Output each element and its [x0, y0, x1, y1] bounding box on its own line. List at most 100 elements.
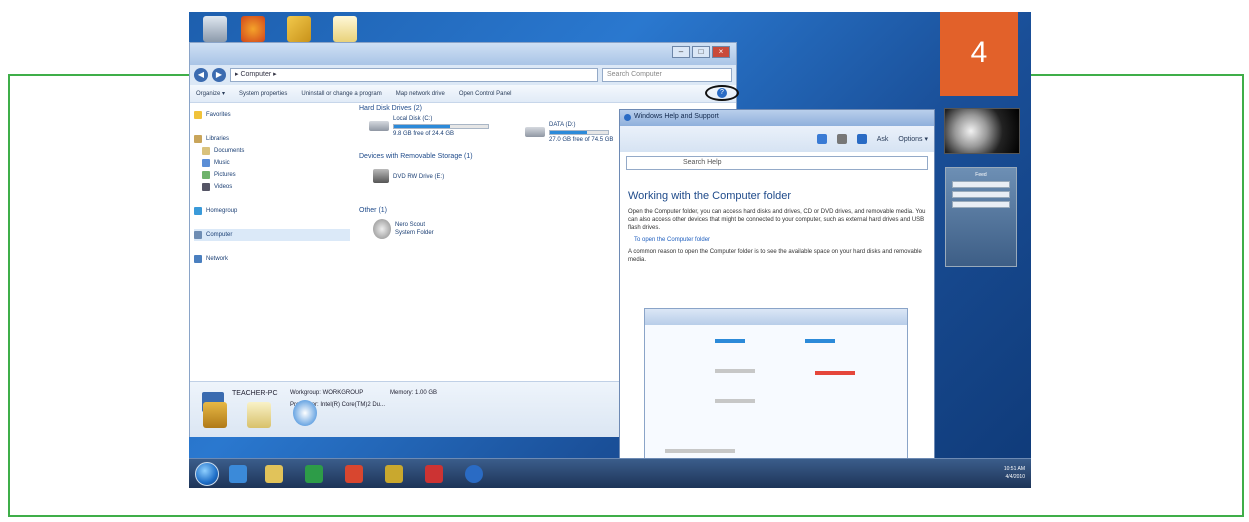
help-search-input[interactable]: Search Help: [626, 156, 928, 170]
star-icon: [194, 111, 202, 119]
minimize-button[interactable]: –: [672, 46, 690, 58]
documents-icon: [202, 147, 210, 155]
dvd-drive[interactable]: DVD RW Drive (E:): [373, 167, 444, 183]
dvd-drive-icon: [373, 169, 389, 183]
explorer-icon[interactable]: [265, 465, 283, 483]
document-icon[interactable]: [325, 16, 365, 42]
address-bar[interactable]: ▸ Computer ▸: [230, 68, 598, 82]
clock-date: 4/4/2010: [1005, 474, 1025, 480]
organize-button[interactable]: Organize ▾: [196, 90, 225, 97]
explorer-navbar: ◀ ▶ ▸ Computer ▸ Search Computer: [190, 65, 736, 85]
group-header-removable: Devices with Removable Storage (1): [359, 153, 473, 160]
forward-arrow-icon[interactable]: ▶: [212, 68, 226, 82]
help-heading: Working with the Computer folder: [628, 190, 792, 202]
frame-right: [1242, 74, 1244, 517]
network-icon[interactable]: [279, 16, 319, 42]
desktop-app-icon[interactable]: [195, 402, 235, 428]
navigation-pane: Favorites Libraries Documents Music Pict…: [190, 103, 350, 373]
close-button[interactable]: ×: [712, 46, 730, 58]
sidebar-item-pictures[interactable]: Pictures: [194, 169, 350, 181]
home-icon[interactable]: [816, 134, 827, 144]
sidebar-item-label: Pictures: [214, 172, 236, 178]
frame-top-left: [8, 74, 190, 76]
sidebar-item-label: Videos: [214, 184, 233, 190]
videos-icon: [202, 183, 210, 191]
help-paragraph-1: Open the Computer folder, you can access…: [628, 209, 926, 231]
nero-scout-item[interactable]: Nero Scout System Folder: [373, 219, 434, 239]
calendar-day: 4: [970, 36, 988, 69]
ask-button[interactable]: Ask: [877, 136, 889, 143]
drive-c[interactable]: Local Disk (C:) 9.8 GB free of 24.4 GB: [369, 115, 489, 138]
help-icon[interactable]: [465, 465, 483, 483]
network-icon: [194, 255, 202, 263]
sidebar-item-favorites[interactable]: Favorites: [194, 109, 350, 121]
ccleaner-icon[interactable]: [233, 16, 273, 42]
taskbar: 10:51 AM 4/4/2010: [189, 458, 1031, 488]
calendar-gadget[interactable]: 4: [940, 12, 1018, 96]
help-paragraph-2: A common reason to open the Computer fol…: [628, 249, 922, 263]
item-sub: System Folder: [395, 230, 434, 236]
drive-name: DVD RW Drive (E:): [393, 174, 445, 180]
back-arrow-icon[interactable]: ◀: [194, 68, 208, 82]
sidebar-item-label: Documents: [214, 148, 245, 154]
drive-usage-bar: [549, 130, 609, 135]
feed-line: [952, 191, 1010, 198]
drive-d[interactable]: DATA (D:) 27.0 GB free of 74.5 GB: [525, 121, 613, 144]
drive-name: Local Disk (C:): [393, 116, 433, 122]
memory: Memory: 1.00 GB: [390, 390, 438, 396]
help-titlebar[interactable]: Windows Help and Support: [620, 110, 934, 126]
feed-title: Feed: [975, 172, 987, 178]
search-input[interactable]: Search Computer: [602, 68, 732, 82]
sidebar-item-computer[interactable]: Computer: [194, 229, 350, 241]
map-network-drive-button[interactable]: Map network drive: [396, 91, 445, 97]
drive-name: DATA (D:): [549, 122, 576, 128]
slideshow-gadget[interactable]: [944, 108, 1020, 154]
sidebar-item-documents[interactable]: Documents: [194, 145, 350, 157]
app-icon[interactable]: [345, 465, 363, 483]
desktop: – □ × ◀ ▶ ▸ Computer ▸ Search Computer O…: [189, 12, 1031, 488]
help-question-icon[interactable]: ?: [717, 88, 727, 98]
media-player-icon[interactable]: [305, 465, 323, 483]
pictures-icon: [202, 171, 210, 179]
help-screenshot-image: [644, 308, 908, 466]
hard-drive-icon: [525, 127, 545, 137]
start-button[interactable]: [195, 462, 219, 486]
open-control-panel-button[interactable]: Open Control Panel: [459, 91, 512, 97]
computer-icon: [194, 231, 202, 239]
explorer-toolbar: Organize ▾ System properties Uninstall o…: [190, 85, 739, 103]
sidebar-item-label: Computer: [206, 232, 233, 238]
system-tray-clock[interactable]: 10:51 AM 4/4/2010: [1004, 465, 1025, 481]
ie-icon[interactable]: [229, 465, 247, 483]
drive-usage-bar: [393, 124, 489, 129]
system-properties-button[interactable]: System properties: [239, 91, 287, 97]
options-button[interactable]: Options ▾: [898, 135, 928, 143]
sidebar-item-music[interactable]: Music: [194, 157, 350, 169]
browse-help-icon[interactable]: [856, 134, 867, 144]
explorer-titlebar[interactable]: – □ ×: [190, 43, 736, 65]
frame-left: [8, 74, 10, 517]
drive-free: 9.8 GB free of 24.4 GB: [393, 131, 455, 137]
help-content: Working with the Computer folder Open th…: [620, 174, 934, 272]
desktop-folder-icon[interactable]: [239, 402, 279, 428]
sidebar-item-network[interactable]: Network: [194, 253, 350, 265]
workgroup: Workgroup: WORKGROUP: [290, 390, 364, 396]
uninstall-program-button[interactable]: Uninstall or change a program: [301, 91, 381, 97]
homegroup-icon: [194, 207, 202, 215]
sidebar-item-label: Favorites: [206, 112, 231, 118]
sidebar-item-videos[interactable]: Videos: [194, 181, 350, 193]
app-icon[interactable]: [385, 465, 403, 483]
help-title-text: Windows Help and Support: [634, 113, 719, 120]
library-icon: [194, 135, 202, 143]
sidebar-item-homegroup[interactable]: Homegroup: [194, 205, 350, 217]
print-icon[interactable]: [836, 134, 847, 144]
item-name: Nero Scout: [395, 222, 426, 228]
feed-gadget[interactable]: Feed: [945, 167, 1017, 267]
maximize-button[interactable]: □: [692, 46, 710, 58]
sidebar-item-libraries[interactable]: Libraries: [194, 133, 350, 145]
desktop-media-icon[interactable]: [285, 400, 325, 426]
group-header-hdd: Hard Disk Drives (2): [359, 105, 423, 112]
sidebar-item-label: Libraries: [206, 136, 230, 142]
recycle-bin-icon[interactable]: [195, 16, 235, 42]
app-icon[interactable]: [425, 465, 443, 483]
help-link[interactable]: To open the Computer folder: [634, 236, 926, 244]
